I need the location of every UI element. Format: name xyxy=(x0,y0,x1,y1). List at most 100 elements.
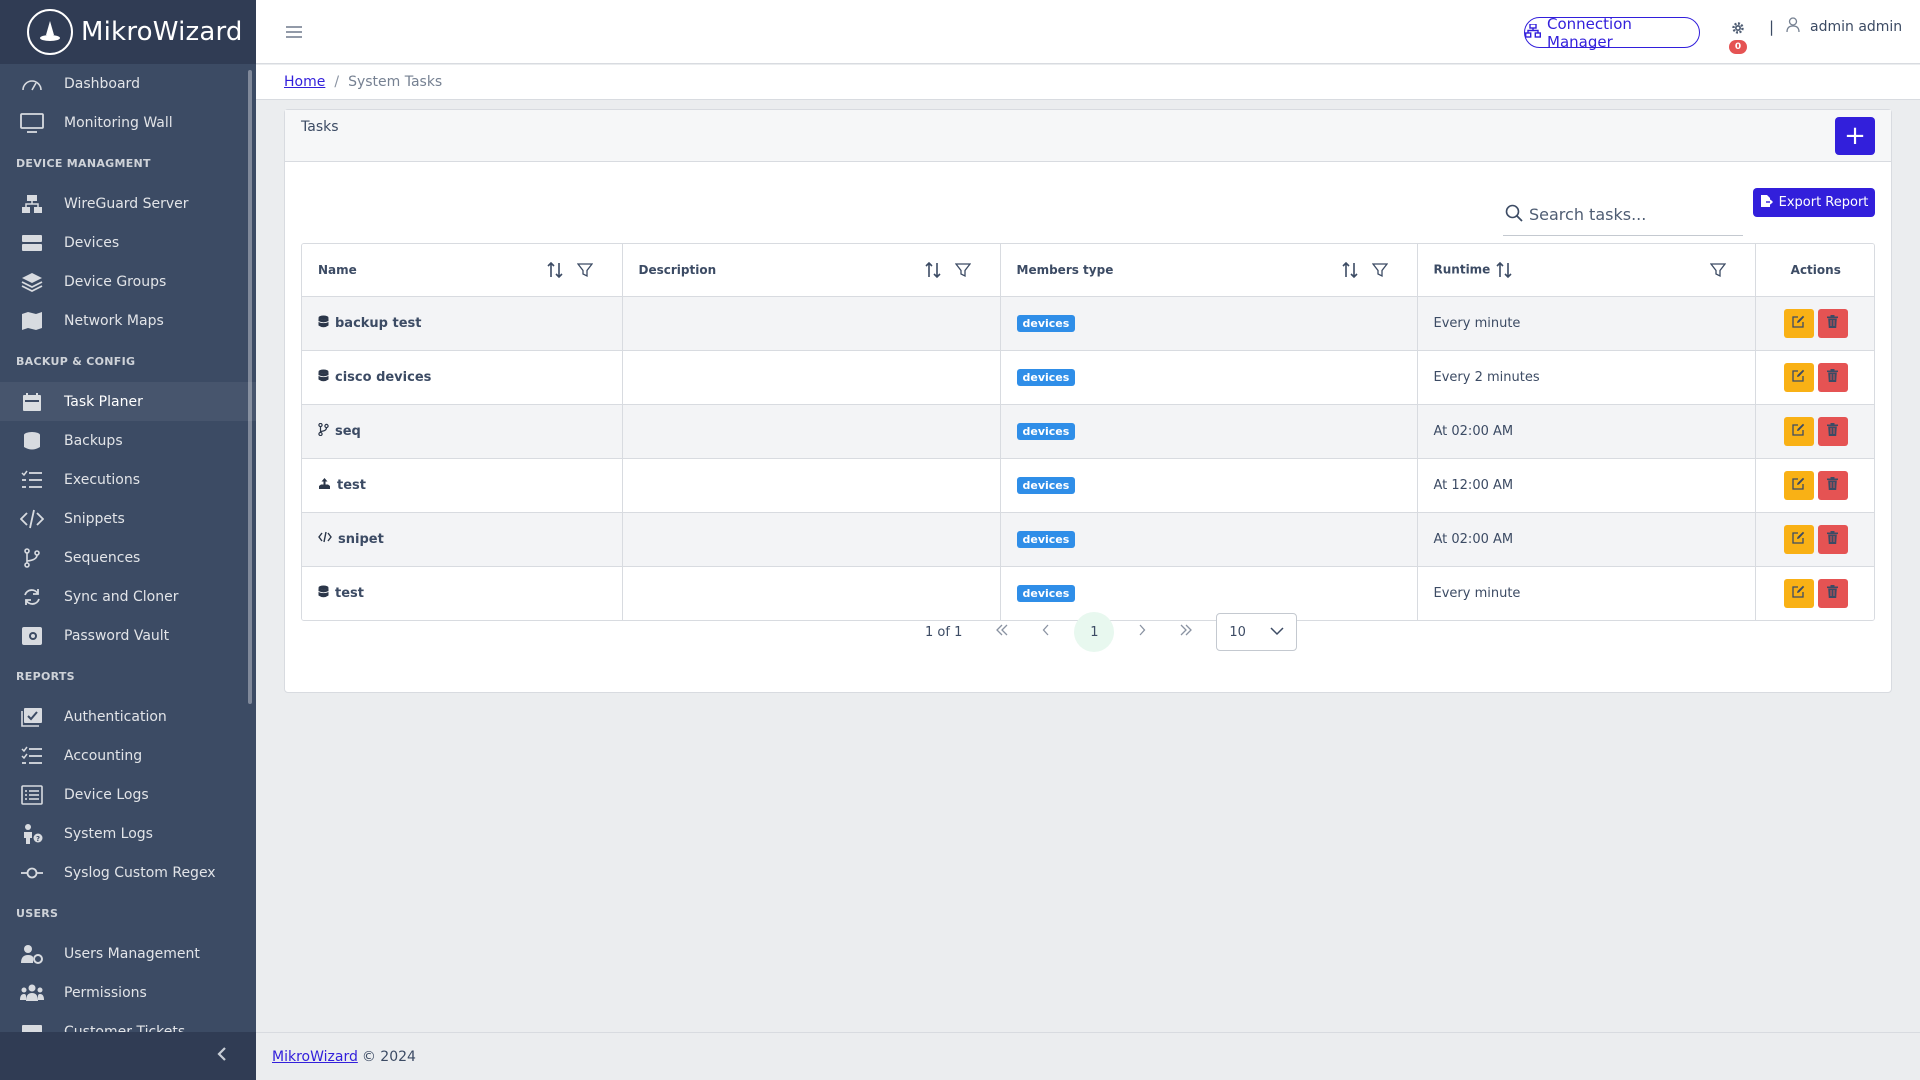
edit-icon xyxy=(1792,315,1805,332)
task-name: test xyxy=(337,477,366,493)
add-task-button[interactable]: + xyxy=(1835,117,1875,155)
next-page-button[interactable] xyxy=(1128,618,1156,646)
sort-icon[interactable] xyxy=(1341,260,1359,280)
sidebar-item-label: Authentication xyxy=(64,708,167,725)
delete-button[interactable] xyxy=(1817,308,1848,338)
sidebar-item-network-maps[interactable]: Network Maps xyxy=(0,301,256,340)
filter-icon[interactable] xyxy=(576,260,594,280)
breadcrumb: Home / System Tasks xyxy=(256,65,1920,100)
sidebar-item-label: Device Logs xyxy=(64,786,149,803)
breadcrumb-home-link[interactable]: Home xyxy=(284,74,325,90)
sort-icon[interactable] xyxy=(924,260,942,280)
delete-button[interactable] xyxy=(1817,362,1848,392)
sidebar-item-users-management[interactable]: Users Management xyxy=(0,934,256,973)
sidebar-item-permissions[interactable]: Permissions xyxy=(0,973,256,1012)
sidebar-item-authentication[interactable]: Authentication xyxy=(0,697,256,736)
connection-manager-button[interactable]: Connection Manager xyxy=(1524,14,1700,51)
filter-icon[interactable] xyxy=(1709,260,1727,280)
edit-button[interactable] xyxy=(1783,308,1814,338)
sidebar-item-label: Snippets xyxy=(64,510,125,527)
sidebar-item-label: Customer Tickets xyxy=(64,1023,186,1033)
sidebar-item-sync-and-cloner[interactable]: Sync and Cloner xyxy=(0,577,256,616)
user-menu[interactable]: admin admin xyxy=(1786,17,1902,37)
gear-icon xyxy=(1731,20,1745,39)
first-page-button[interactable] xyxy=(988,618,1016,646)
sidebar-item-system-logs[interactable]: ? System Logs xyxy=(0,814,256,853)
database-icon xyxy=(318,585,329,602)
sidebar-collapse-button[interactable] xyxy=(0,1032,256,1080)
sidebar-item-syslog-custom-regex[interactable]: Syslog Custom Regex xyxy=(0,853,256,892)
sidebar-item-device-groups[interactable]: Device Groups xyxy=(0,262,256,301)
trash-icon xyxy=(1827,314,1839,332)
sidebar-item-monitoring-wall[interactable]: Monitoring Wall xyxy=(0,103,256,142)
network-icon xyxy=(1524,22,1542,42)
tasks-card: Tasks + Export Report Name xyxy=(284,109,1892,693)
wizard-hat-icon xyxy=(27,9,73,55)
trash-icon xyxy=(1827,476,1839,494)
delete-button[interactable] xyxy=(1817,578,1848,608)
column-label: Runtime xyxy=(1433,262,1491,277)
sidebar-item-sequences[interactable]: Sequences xyxy=(0,538,256,577)
hamburger-menu-button[interactable] xyxy=(282,20,306,44)
ticket-icon xyxy=(20,1021,44,1032)
vault-icon xyxy=(20,625,44,647)
search-input[interactable] xyxy=(1529,205,1729,224)
sidebar-item-label: Backups xyxy=(64,432,123,449)
delete-button[interactable] xyxy=(1817,416,1848,446)
delete-button[interactable] xyxy=(1817,470,1848,500)
page-number-button[interactable]: 1 xyxy=(1074,612,1115,652)
edit-button[interactable] xyxy=(1783,578,1814,608)
code-icon xyxy=(20,508,44,530)
connection-manager-label: Connection Manager xyxy=(1547,14,1632,51)
chevrons-left-icon xyxy=(995,624,1009,640)
firmware-upload-icon xyxy=(318,477,331,494)
settings-button[interactable] xyxy=(1726,17,1750,41)
sidebar-item-snippets[interactable]: Snippets xyxy=(0,499,256,538)
sidebar-item-dashboard[interactable]: Dashboard xyxy=(0,64,256,103)
sort-icon[interactable] xyxy=(1495,260,1513,280)
filter-icon[interactable] xyxy=(954,260,972,280)
sidebar-item-label: Monitoring Wall xyxy=(64,114,173,131)
sidebar-item-accounting[interactable]: Accounting xyxy=(0,736,256,775)
sidebar-item-device-logs[interactable]: Device Logs xyxy=(0,775,256,814)
edit-button[interactable] xyxy=(1783,362,1814,392)
chevrons-right-icon xyxy=(1179,624,1193,640)
edit-button[interactable] xyxy=(1783,524,1814,554)
filter-icon[interactable] xyxy=(1371,260,1389,280)
edit-button[interactable] xyxy=(1783,470,1814,500)
members-type-badge: devices xyxy=(1016,530,1076,548)
prev-page-button[interactable] xyxy=(1032,618,1060,646)
brand[interactable]: MikroWizard xyxy=(0,0,256,64)
nav-section-title: BACKUP & CONFIG xyxy=(16,354,136,368)
sidebar-nav: Dashboard Monitoring Wall DEVICE MANAGME… xyxy=(0,64,256,1032)
cell-actions xyxy=(1755,566,1874,620)
monitor-icon xyxy=(20,112,44,134)
sidebar-item-executions[interactable]: Executions xyxy=(0,460,256,499)
footer-link[interactable]: MikroWizard xyxy=(272,1049,358,1065)
network-icon xyxy=(20,193,44,215)
edit-icon xyxy=(1792,369,1805,386)
page-size-select[interactable]: 10 xyxy=(1216,613,1298,651)
sidebar-item-wireguard-server[interactable]: WireGuard Server xyxy=(0,184,256,223)
table-row: test devices At 12:00 AM xyxy=(302,458,1874,513)
members-type-badge: devices xyxy=(1016,422,1076,440)
cell-runtime: At 12:00 AM xyxy=(1417,458,1756,513)
sort-icon[interactable] xyxy=(546,260,564,280)
sidebar-item-customer-tickets[interactable]: Customer Tickets xyxy=(0,1012,256,1032)
task-name: cisco devices xyxy=(335,369,432,385)
export-report-button[interactable]: Export Report xyxy=(1753,188,1875,217)
cell-actions xyxy=(1755,404,1874,459)
edit-button[interactable] xyxy=(1783,416,1814,446)
sidebar-item-task-planer[interactable]: Task Planer xyxy=(0,382,256,421)
last-page-button[interactable] xyxy=(1172,618,1200,646)
search-box xyxy=(1503,194,1743,236)
sidebar-item-password-vault[interactable]: Password Vault xyxy=(0,616,256,655)
sidebar-item-backups[interactable]: Backups xyxy=(0,421,256,460)
task-name: test xyxy=(335,585,364,601)
sidebar-item-devices[interactable]: Devices xyxy=(0,223,256,262)
tasks-table: Name Description Members type Runtime Ac… xyxy=(301,243,1875,621)
sidebar-scrollbar[interactable] xyxy=(248,70,252,704)
database-icon xyxy=(20,430,44,452)
delete-button[interactable] xyxy=(1817,524,1848,554)
branch-icon xyxy=(318,422,329,440)
